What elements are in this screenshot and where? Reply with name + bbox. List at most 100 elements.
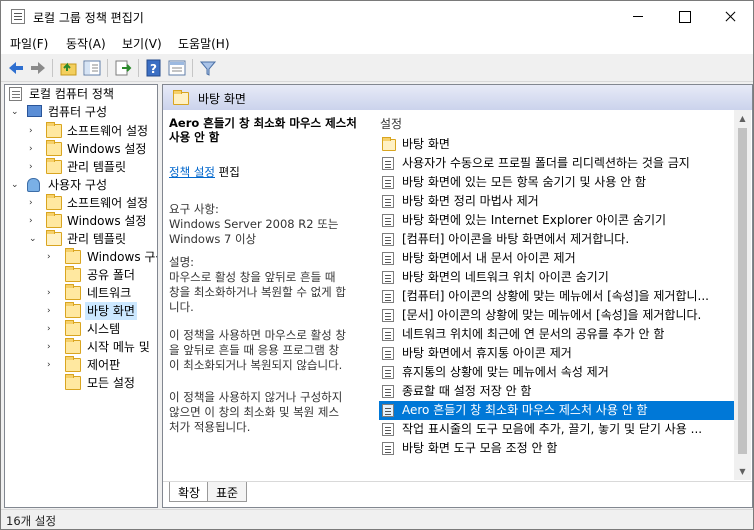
settings-list: 설정 바탕 화면 사용자가 수동으로 프로필 폴더를 리디렉션하는 것을 금지바탕… [373, 110, 752, 480]
tab-extended[interactable]: 확장 [169, 482, 210, 502]
list-item-setting[interactable]: Aero 흔들기 창 최소화 마우스 제스처 사용 안 함 [379, 401, 735, 420]
list-item-label: 바탕 화면 도구 모음 조정 안 함 [402, 441, 558, 455]
tree-item-user-config[interactable]: ⌄ 사용자 구성 [9, 176, 157, 194]
tree-item-windows-settings[interactable]: › Windows 설정 [9, 140, 157, 158]
list-item-label: 바탕 화면에서 휴지통 아이콘 제거 [402, 346, 572, 360]
list-item-label: 바탕 화면에 있는 모든 항목 숨기기 및 사용 안 함 [402, 175, 647, 189]
scroll-down-arrow-icon[interactable]: ▼ [738, 467, 747, 476]
expand-chevron-icon[interactable]: › [47, 356, 57, 374]
expand-chevron-icon[interactable]: › [29, 212, 39, 230]
list-item-setting[interactable]: 바탕 화면에서 내 문서 아이콘 제거 [379, 249, 735, 268]
tree-item-shared-folders[interactable]: 공유 폴더 [9, 266, 157, 284]
policy-document-icon [9, 87, 22, 101]
list-item-setting[interactable]: 바탕 화면 정리 마법사 제거 [379, 192, 735, 211]
vertical-scrollbar[interactable]: ▲ ▼ [734, 110, 751, 480]
back-arrow-icon[interactable] [6, 58, 26, 78]
list-item-setting[interactable]: 종료할 때 설정 저장 안 함 [379, 382, 735, 401]
properties-icon[interactable] [167, 58, 187, 78]
filter-icon[interactable] [198, 58, 218, 78]
settings-column-header[interactable]: 설정 [380, 115, 402, 132]
list-item-setting[interactable]: 바탕 화면의 네트워크 위치 아이콘 숨기기 [379, 268, 735, 287]
export-list-icon[interactable] [113, 58, 133, 78]
tree-item-admin-templates[interactable]: › 관리 템플릿 [9, 158, 157, 176]
view-tabs: 확장 표준 [163, 481, 752, 507]
expand-chevron-icon[interactable]: › [29, 122, 39, 140]
tree-root[interactable]: 로컬 컴퓨터 정책 [7, 85, 157, 103]
tree-root-label: 로컬 컴퓨터 정책 [29, 87, 114, 101]
tree-item-label: 컴퓨터 구성 [48, 105, 108, 119]
list-item-label: 바탕 화면에서 내 문서 아이콘 제거 [402, 251, 576, 265]
expand-chevron-icon[interactable]: › [47, 320, 57, 338]
policy-setting-icon [382, 347, 394, 360]
list-item-setting[interactable]: 바탕 화면 도구 모음 조정 안 함 [379, 439, 735, 458]
collapse-chevron-icon[interactable]: ⌄ [29, 230, 39, 248]
tree-item-desktop[interactable]: › 바탕 화면 [9, 302, 157, 320]
menu-view[interactable]: 보기(V) [122, 35, 162, 52]
expand-chevron-icon[interactable]: › [47, 248, 57, 266]
help-icon[interactable]: ? [144, 58, 164, 78]
tree-item-windows-components[interactable]: › Windows 구성 [9, 248, 157, 266]
tree-item-computer-config[interactable]: ⌄ 컴퓨터 구성 [9, 103, 157, 121]
tree-item-label: Windows 설정 [67, 142, 147, 156]
description-panel: Aero 흔들기 창 최소화 마우스 제스처 사용 안 함 정책 설정 편집 요… [163, 110, 373, 480]
edit-policy-link[interactable]: 정책 설정 [169, 165, 215, 179]
description-text: 설명: 마우스로 활성 창을 앞뒤로 흔들 때 창을 최소화하거나 복원할 수 … [169, 255, 346, 314]
list-item-setting[interactable]: [컴퓨터] 아이콘을 바탕 화면에서 제거합니다. [379, 230, 735, 249]
list-item-label: [컴퓨터] 아이콘의 상황에 맞는 메뉴에서 [속성]을 제거합니... [402, 289, 709, 303]
expand-chevron-icon[interactable]: › [29, 158, 39, 176]
expand-chevron-icon[interactable]: › [47, 284, 57, 302]
up-folder-icon[interactable] [59, 58, 79, 78]
forward-arrow-icon[interactable] [28, 58, 48, 78]
list-item-setting[interactable]: 사용자가 수동으로 프로필 폴더를 리디렉션하는 것을 금지 [379, 154, 735, 173]
menu-action[interactable]: 동작(A) [66, 35, 106, 52]
policy-setting-icon [382, 157, 394, 170]
list-item-setting[interactable]: 바탕 화면에서 휴지통 아이콘 제거 [379, 344, 735, 363]
menu-help[interactable]: 도움말(H) [178, 35, 230, 52]
list-item-label: 바탕 화면 정리 마법사 제거 [402, 194, 539, 208]
close-button[interactable] [707, 1, 753, 32]
scrollbar-thumb[interactable] [738, 128, 747, 454]
tree-item-control-panel[interactable]: › 제어판 [9, 356, 157, 374]
policy-setting-icon [382, 271, 394, 284]
expand-chevron-icon[interactable]: › [47, 338, 57, 356]
scroll-up-arrow-icon[interactable]: ▲ [738, 114, 747, 123]
maximize-button[interactable] [661, 1, 707, 32]
tree-item-label: 모든 설정 [87, 376, 135, 390]
expand-chevron-icon[interactable]: › [29, 194, 39, 212]
expand-chevron-icon[interactable]: › [47, 302, 57, 320]
collapse-chevron-icon[interactable]: ⌄ [11, 103, 21, 121]
tree-item-all-settings[interactable]: 모든 설정 [9, 374, 157, 392]
tree-item-start-menu[interactable]: › 시작 메뉴 및 [9, 338, 157, 356]
show-tree-icon[interactable] [82, 58, 102, 78]
menu-bar: 파일(F) 동작(A) 보기(V) 도움말(H) [1, 32, 753, 54]
gpedit-app-icon [11, 9, 25, 24]
collapse-chevron-icon[interactable]: ⌄ [11, 176, 21, 194]
policy-setting-icon [382, 366, 394, 379]
policy-setting-icon [382, 385, 394, 398]
tree-item-windows-settings[interactable]: › Windows 설정 [9, 212, 157, 230]
tree-item-system[interactable]: › 시스템 [9, 320, 157, 338]
edit-policy-line: 정책 설정 편집 [169, 164, 240, 180]
folder-icon [65, 374, 81, 390]
list-item-setting[interactable]: [컴퓨터] 아이콘의 상황에 맞는 메뉴에서 [속성]을 제거합니... [379, 287, 735, 306]
list-item-setting[interactable]: 네트워크 위치에 최근에 연 문서의 공유를 추가 안 함 [379, 325, 735, 344]
list-item-setting[interactable]: 휴지통의 상황에 맞는 메뉴에서 속성 제거 [379, 363, 735, 382]
list-item-setting[interactable]: 바탕 화면에 있는 Internet Explorer 아이콘 숨기기 [379, 211, 735, 230]
tree-item-network[interactable]: › 네트워크 [9, 284, 157, 302]
list-item-label: 종료할 때 설정 저장 안 함 [402, 384, 532, 398]
svg-text:?: ? [150, 62, 157, 76]
list-item-setting[interactable]: 바탕 화면에 있는 모든 항목 숨기기 및 사용 안 함 [379, 173, 735, 192]
list-item-folder[interactable]: 바탕 화면 [379, 135, 735, 154]
tree-item-admin-templates[interactable]: ⌄ 관리 템플릿 [9, 230, 157, 248]
tree-item-software-settings[interactable]: › 소프트웨어 설정 [9, 194, 157, 212]
tab-standard[interactable]: 표준 [207, 482, 248, 502]
details-pane: 바탕 화면 Aero 흔들기 창 최소화 마우스 제스처 사용 안 함 정책 설… [162, 84, 753, 508]
tree-item-label: 공유 폴더 [87, 268, 135, 282]
list-item-setting[interactable]: 작업 표시줄의 도구 모음에 추가, 끌기, 놓기 및 닫기 사용 ... [379, 420, 735, 439]
list-item-setting[interactable]: [문서] 아이콘의 상황에 맞는 메뉴에서 [속성]을 제거합니다. [379, 306, 735, 325]
policy-setting-icon [382, 214, 394, 227]
tree-item-software-settings[interactable]: › 소프트웨어 설정 [9, 122, 157, 140]
expand-chevron-icon[interactable]: › [29, 140, 39, 158]
menu-file[interactable]: 파일(F) [10, 35, 48, 52]
minimize-button[interactable] [615, 1, 661, 32]
